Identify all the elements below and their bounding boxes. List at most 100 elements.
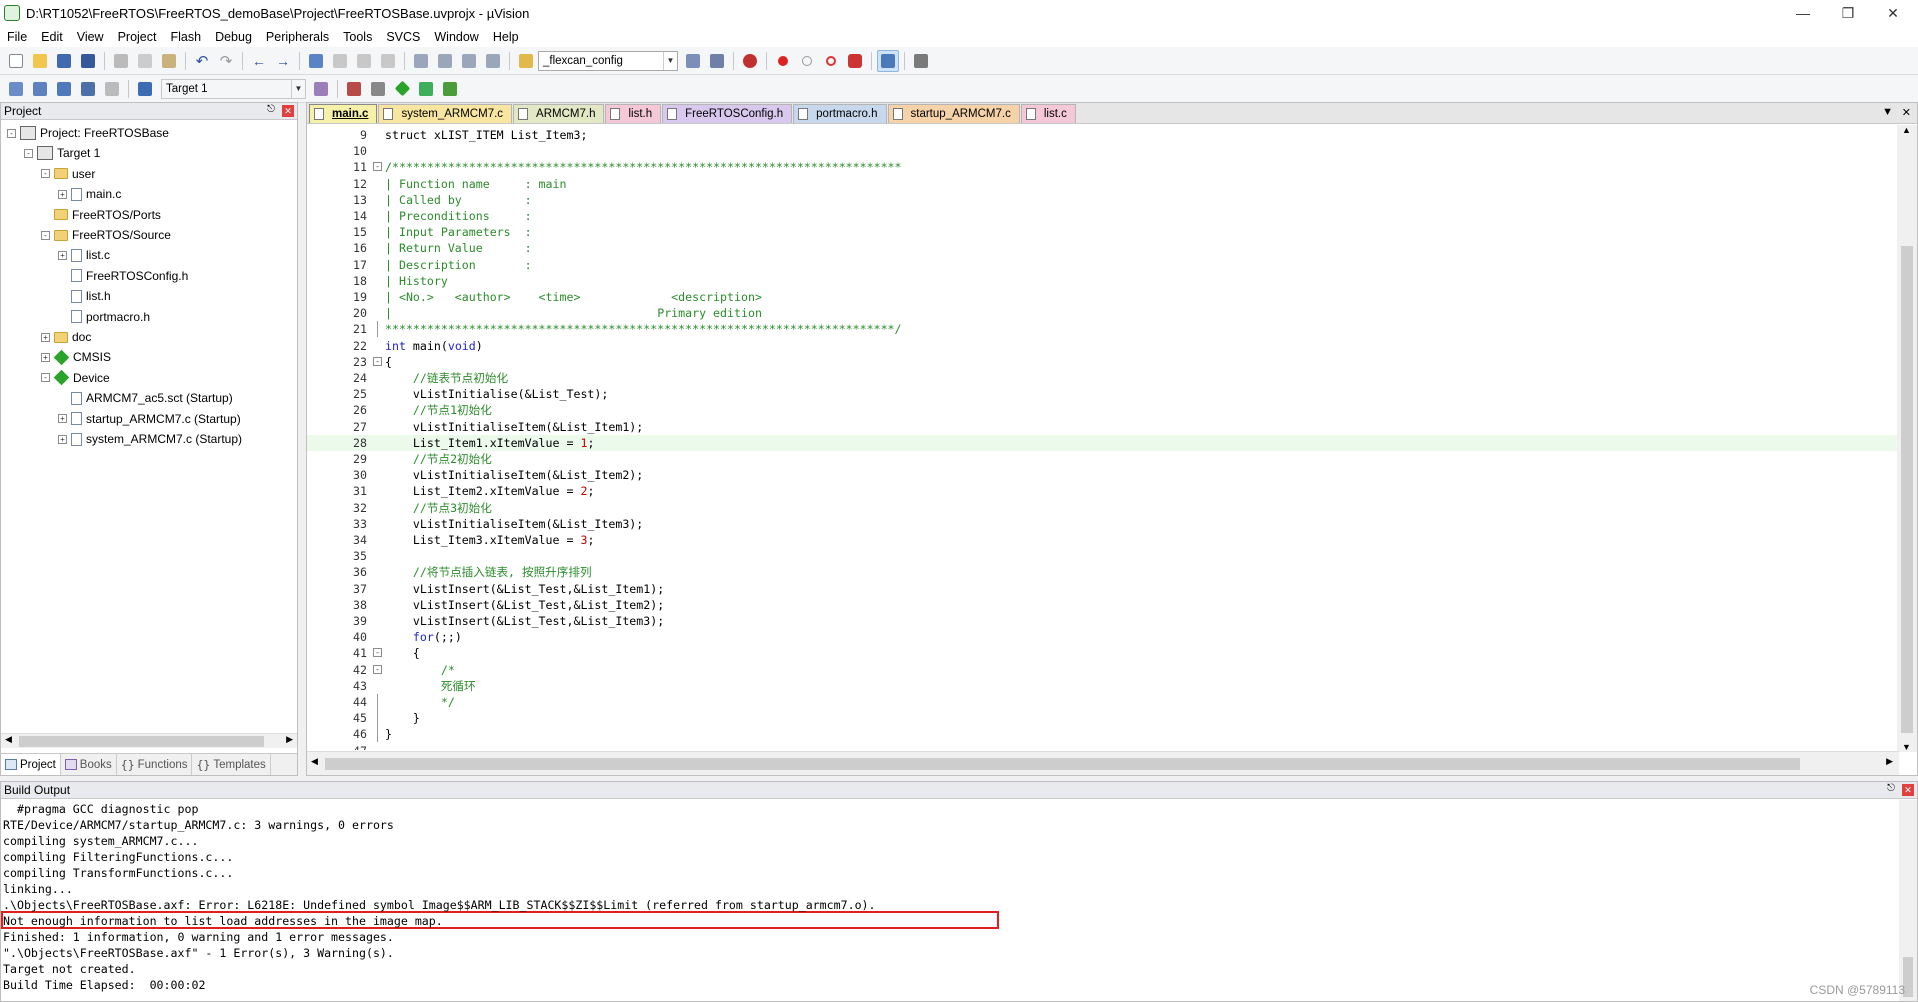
- tab-books[interactable]: Books: [61, 754, 117, 775]
- tree-item[interactable]: - user: [41, 165, 95, 183]
- project-hscrollbar[interactable]: ◀ ▶: [1, 733, 297, 748]
- scroll-left-icon[interactable]: ◀: [5, 734, 12, 745]
- find-icon[interactable]: [706, 50, 728, 72]
- scroll-thumb[interactable]: [1901, 246, 1913, 733]
- manage-multiproject-icon[interactable]: [367, 78, 389, 100]
- rebuild-icon[interactable]: [53, 78, 75, 100]
- pack-installer-icon[interactable]: [415, 78, 437, 100]
- redo-icon[interactable]: ↷: [215, 50, 237, 72]
- tree-item[interactable]: ARMCM7_ac5.sct (Startup): [58, 389, 233, 407]
- pin-icon[interactable]: ⎋: [267, 104, 275, 115]
- scroll-left-icon[interactable]: ◀: [311, 756, 318, 767]
- find-in-files-icon[interactable]: [515, 50, 537, 72]
- breakpoint-clear-icon[interactable]: [844, 50, 866, 72]
- incremental-find-icon[interactable]: [682, 50, 704, 72]
- scroll-right-icon[interactable]: ▶: [286, 734, 293, 745]
- collapse-icon[interactable]: -: [7, 128, 16, 138]
- editor-tab[interactable]: list.h: [605, 104, 662, 123]
- tree-item[interactable]: FreeRTOS/Ports: [41, 206, 161, 224]
- save-icon[interactable]: [53, 50, 75, 72]
- fold-collapse-icon[interactable]: -: [373, 162, 382, 172]
- close-icon[interactable]: ✕: [1870, 0, 1916, 26]
- close-editor-icon[interactable]: ✕: [1902, 106, 1911, 119]
- tree-item[interactable]: + doc: [41, 328, 91, 346]
- tab-list-chevron-icon[interactable]: ▼: [1882, 106, 1893, 118]
- tab-project[interactable]: Project: [1, 754, 61, 775]
- scroll-thumb[interactable]: [19, 736, 264, 747]
- scroll-right-icon[interactable]: ▶: [1886, 756, 1893, 767]
- collapse-icon[interactable]: -: [41, 373, 50, 383]
- editor-tab[interactable]: ARMCM7.h: [513, 104, 605, 123]
- tree-item[interactable]: - FreeRTOS/Source: [41, 226, 171, 244]
- tree-item[interactable]: - Target 1: [24, 144, 100, 162]
- code-area[interactable]: 9 struct xLIST_ITEM List_Item3; 10 11-/****…: [307, 125, 1899, 750]
- minimize-icon[interactable]: —: [1780, 0, 1826, 26]
- collapse-icon[interactable]: -: [24, 148, 33, 158]
- tab-templates[interactable]: {} Templates: [192, 754, 271, 775]
- indent-icon[interactable]: [410, 50, 432, 72]
- pin-icon[interactable]: ⎋: [1887, 783, 1895, 794]
- select-packs-icon[interactable]: [439, 78, 461, 100]
- chevron-down-icon[interactable]: ▼: [663, 51, 677, 70]
- menu-edit[interactable]: Edit: [34, 30, 70, 44]
- manage-project-items-icon[interactable]: [343, 78, 365, 100]
- tree-item[interactable]: list.h: [58, 287, 111, 305]
- tree-item[interactable]: - Device: [41, 369, 110, 387]
- scroll-down-icon[interactable]: ▼: [1902, 742, 1911, 752]
- editor-tab[interactable]: startup_ARMCM7.c: [887, 104, 1020, 123]
- editor-tab[interactable]: main.c: [309, 104, 378, 123]
- paste-icon[interactable]: [158, 50, 180, 72]
- find-combo[interactable]: _flexcan_config ▼: [538, 50, 678, 71]
- menu-flash[interactable]: Flash: [163, 30, 208, 44]
- tree-item[interactable]: portmacro.h: [58, 308, 150, 326]
- unindent-icon[interactable]: [434, 50, 456, 72]
- tab-functions[interactable]: {} Functions: [117, 754, 193, 775]
- menu-view[interactable]: View: [70, 30, 111, 44]
- open-file-icon[interactable]: [29, 50, 51, 72]
- editor-vscrollbar[interactable]: ▲ ▼: [1897, 125, 1917, 752]
- comment-icon[interactable]: [458, 50, 480, 72]
- bookmark-prev-icon[interactable]: [329, 50, 351, 72]
- debug-session-icon[interactable]: [739, 50, 761, 72]
- new-file-icon[interactable]: [5, 50, 27, 72]
- tree-item[interactable]: + startup_ARMCM7.c (Startup): [58, 410, 241, 428]
- menu-help[interactable]: Help: [486, 30, 526, 44]
- navigate-forward-icon[interactable]: →: [272, 50, 294, 72]
- configure-icon[interactable]: [910, 50, 932, 72]
- chevron-down-icon[interactable]: ▼: [291, 79, 305, 98]
- translate-icon[interactable]: [5, 78, 27, 100]
- window-layout-icon[interactable]: [877, 49, 899, 72]
- maximize-icon[interactable]: ❐: [1825, 0, 1871, 26]
- target-combo[interactable]: Target 1 ▼: [161, 78, 306, 99]
- menu-project[interactable]: Project: [111, 30, 164, 44]
- download-icon[interactable]: [134, 78, 156, 100]
- cut-icon[interactable]: [110, 50, 132, 72]
- editor-tab[interactable]: portmacro.h: [793, 104, 887, 123]
- scroll-thumb[interactable]: [325, 758, 1800, 770]
- navigate-back-icon[interactable]: ←: [248, 50, 270, 72]
- menu-peripherals[interactable]: Peripherals: [259, 30, 336, 44]
- tree-item[interactable]: - Project: FreeRTOSBase: [7, 124, 169, 142]
- bookmark-toggle-icon[interactable]: [305, 50, 327, 72]
- breakpoint-kill-icon[interactable]: [820, 50, 842, 72]
- menu-debug[interactable]: Debug: [208, 30, 259, 44]
- breakpoint-disable-icon[interactable]: [796, 50, 818, 72]
- editor-tab[interactable]: FreeRTOSConfig.h: [662, 104, 793, 123]
- expand-icon[interactable]: +: [58, 434, 67, 444]
- build-icon[interactable]: [29, 78, 51, 100]
- tree-item[interactable]: FreeRTOSConfig.h: [58, 267, 188, 285]
- close-panel-icon[interactable]: ✕: [1902, 784, 1914, 796]
- build-output-text[interactable]: #pragma GCC diagnostic pop RTE/Device/ARM…: [1, 799, 1917, 999]
- editor-hscrollbar[interactable]: ◀ ▶: [307, 751, 1899, 775]
- menu-file[interactable]: File: [0, 30, 34, 44]
- editor-tab[interactable]: list.c: [1020, 104, 1076, 123]
- expand-icon[interactable]: +: [58, 414, 67, 424]
- menu-svcs[interactable]: SVCS: [379, 30, 427, 44]
- collapse-icon[interactable]: -: [41, 169, 50, 179]
- stop-build-icon[interactable]: [101, 78, 123, 100]
- fold-collapse-icon[interactable]: -: [373, 648, 382, 658]
- menu-window[interactable]: Window: [427, 30, 485, 44]
- bookmark-next-icon[interactable]: [353, 50, 375, 72]
- tree-item[interactable]: + main.c: [58, 185, 121, 203]
- target-options-icon[interactable]: [310, 78, 332, 100]
